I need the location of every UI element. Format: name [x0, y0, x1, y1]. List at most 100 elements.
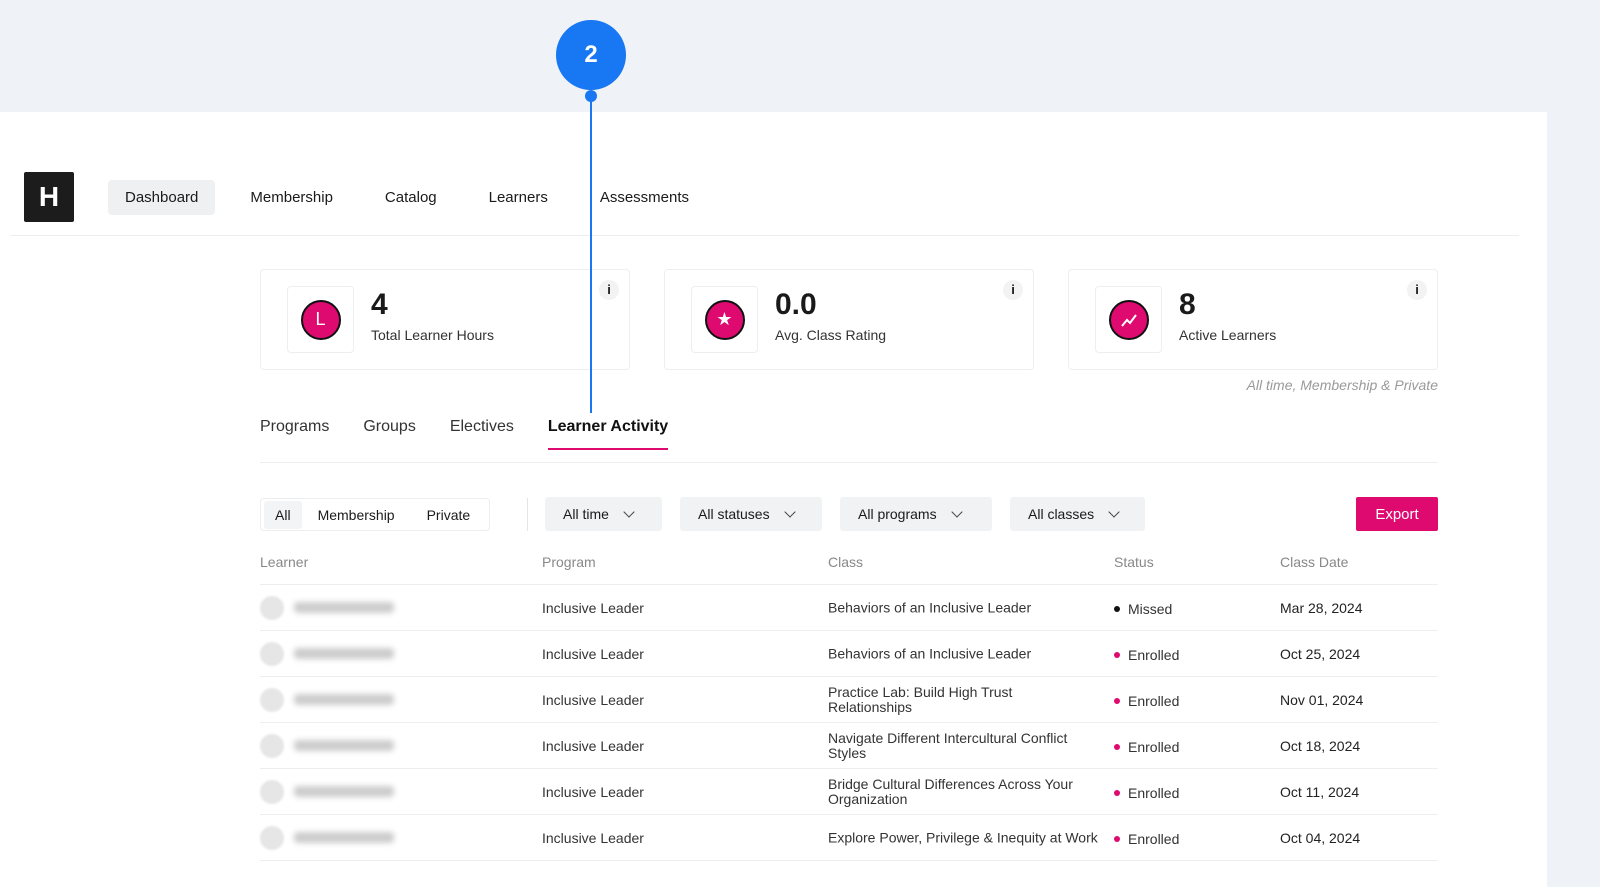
status-dot-icon: [1114, 698, 1120, 704]
tab-programs[interactable]: Programs: [260, 418, 329, 450]
class-date-cell: Oct 25, 2024: [1280, 646, 1361, 662]
status-cell: Missed: [1114, 601, 1172, 617]
nav-dashboard[interactable]: Dashboard: [108, 180, 216, 215]
stat-card-hours: L 4 Total Learner Hours i: [260, 269, 630, 370]
nav-membership[interactable]: Membership: [233, 180, 350, 215]
status-label: Enrolled: [1128, 739, 1180, 755]
learner-name-blurred[interactable]: [294, 740, 394, 751]
column-header-program[interactable]: Program: [542, 554, 596, 570]
status-label: Enrolled: [1128, 693, 1180, 709]
page: H Dashboard Membership Catalog Learners …: [0, 112, 1547, 887]
nav-catalog[interactable]: Catalog: [368, 180, 454, 215]
program-cell: Inclusive Leader: [542, 692, 644, 708]
info-icon[interactable]: i: [1003, 280, 1023, 300]
learner-name-blurred[interactable]: [294, 786, 394, 797]
avatar: [260, 642, 284, 666]
annotation-dot: [585, 90, 597, 102]
top-nav: Dashboard Membership Catalog Learners As…: [108, 180, 722, 215]
annotation-line: [590, 95, 592, 413]
table-row[interactable]: Inclusive Leader Behaviors of an Inclusi…: [260, 585, 1438, 631]
status-dot-icon: [1114, 836, 1120, 842]
column-header-class-date[interactable]: Class Date: [1280, 554, 1348, 570]
avatar: [260, 826, 284, 850]
export-button[interactable]: Export: [1356, 497, 1438, 531]
filter-label: All statuses: [698, 506, 770, 522]
filter-label: All programs: [858, 506, 937, 522]
class-date-cell: Oct 04, 2024: [1280, 830, 1361, 846]
segment-all[interactable]: All: [264, 500, 302, 529]
info-icon[interactable]: i: [599, 280, 619, 300]
status-label: Enrolled: [1128, 785, 1180, 801]
star-icon: ★: [704, 299, 745, 340]
stats-note: All time, Membership & Private: [1246, 377, 1438, 393]
annotation-marker: 2: [556, 20, 626, 90]
nav-assessments[interactable]: Assessments: [583, 180, 706, 215]
tabs: Programs Groups Electives Learner Activi…: [260, 418, 702, 450]
class-filter[interactable]: All classes: [1010, 497, 1145, 531]
program-filter[interactable]: All programs: [840, 497, 992, 531]
tab-electives[interactable]: Electives: [450, 418, 514, 450]
class-date-cell: Oct 18, 2024: [1280, 738, 1361, 754]
nav-learners[interactable]: Learners: [472, 180, 565, 215]
status-label: Enrolled: [1128, 647, 1180, 663]
learner-name-blurred[interactable]: [294, 648, 394, 659]
table-row[interactable]: Inclusive Leader Explore Power, Privileg…: [260, 815, 1438, 861]
learner-name-blurred[interactable]: [294, 602, 394, 613]
class-date-cell: Oct 11, 2024: [1280, 784, 1360, 800]
stat-label: Avg. Class Rating: [775, 327, 887, 343]
clock-icon: L: [300, 299, 341, 340]
column-header-learner[interactable]: Learner: [260, 554, 308, 570]
trend-up-icon: [1108, 299, 1149, 340]
tab-groups[interactable]: Groups: [363, 418, 415, 450]
column-header-class[interactable]: Class: [828, 554, 863, 570]
stat-value: 4: [371, 288, 388, 321]
chevron-down-icon: [950, 506, 963, 518]
class-cell: Bridge Cultural Differences Across Your …: [828, 775, 1073, 807]
class-date-cell: Mar 28, 2024: [1280, 600, 1363, 616]
time-filter[interactable]: All time: [545, 497, 662, 531]
avatar: [260, 780, 284, 804]
status-dot-icon: [1114, 606, 1120, 612]
type-segmented-control: All Membership Private: [260, 498, 491, 531]
stat-value: 0.0: [775, 288, 817, 321]
logo[interactable]: H: [24, 172, 74, 222]
chevron-down-icon: [783, 506, 796, 518]
status-cell: Enrolled: [1114, 831, 1179, 847]
avatar: [260, 596, 284, 620]
table-row[interactable]: Inclusive Leader Behaviors of an Inclusi…: [260, 631, 1438, 677]
table-row[interactable]: Inclusive Leader Practice Lab: Build Hig…: [260, 677, 1438, 723]
learner-name-blurred[interactable]: [294, 832, 394, 843]
class-cell: Behaviors of an Inclusive Leader: [828, 645, 1032, 661]
column-header-status[interactable]: Status: [1114, 554, 1154, 570]
learner-name-blurred[interactable]: [294, 694, 394, 705]
class-date-cell: Nov 01, 2024: [1280, 692, 1364, 708]
info-icon[interactable]: i: [1407, 280, 1427, 300]
divider: [527, 498, 528, 531]
program-cell: Inclusive Leader: [542, 600, 644, 616]
class-cell: Behaviors of an Inclusive Leader: [828, 599, 1032, 615]
status-cell: Enrolled: [1114, 785, 1179, 801]
status-filter[interactable]: All statuses: [680, 497, 822, 531]
segment-membership[interactable]: Membership: [302, 501, 411, 529]
stat-label: Active Learners: [1179, 327, 1277, 343]
divider: [10, 235, 1519, 236]
tab-learner-activity[interactable]: Learner Activity: [547, 418, 669, 450]
chevron-down-icon: [623, 506, 635, 518]
segment-private[interactable]: Private: [411, 501, 487, 529]
filter-label: All time: [563, 506, 609, 522]
filter-label: All classes: [1028, 506, 1095, 522]
stat-label: Total Learner Hours: [371, 327, 494, 343]
table-row[interactable]: Inclusive Leader Navigate Different Inte…: [260, 723, 1438, 769]
status-dot-icon: [1114, 790, 1120, 796]
status-dot-icon: [1114, 652, 1120, 658]
avatar: [260, 688, 284, 712]
status-cell: Enrolled: [1114, 739, 1179, 755]
status-cell: Enrolled: [1114, 647, 1179, 663]
status-label: Enrolled: [1128, 831, 1180, 847]
avatar: [260, 734, 284, 758]
class-cell: Practice Lab: Build High Trust Relations…: [828, 683, 1013, 715]
program-cell: Inclusive Leader: [542, 738, 644, 754]
stat-card-learners: 8 Active Learners i: [1068, 269, 1438, 370]
table-row[interactable]: Inclusive Leader Bridge Cultural Differe…: [260, 769, 1438, 815]
divider: [260, 462, 1438, 463]
